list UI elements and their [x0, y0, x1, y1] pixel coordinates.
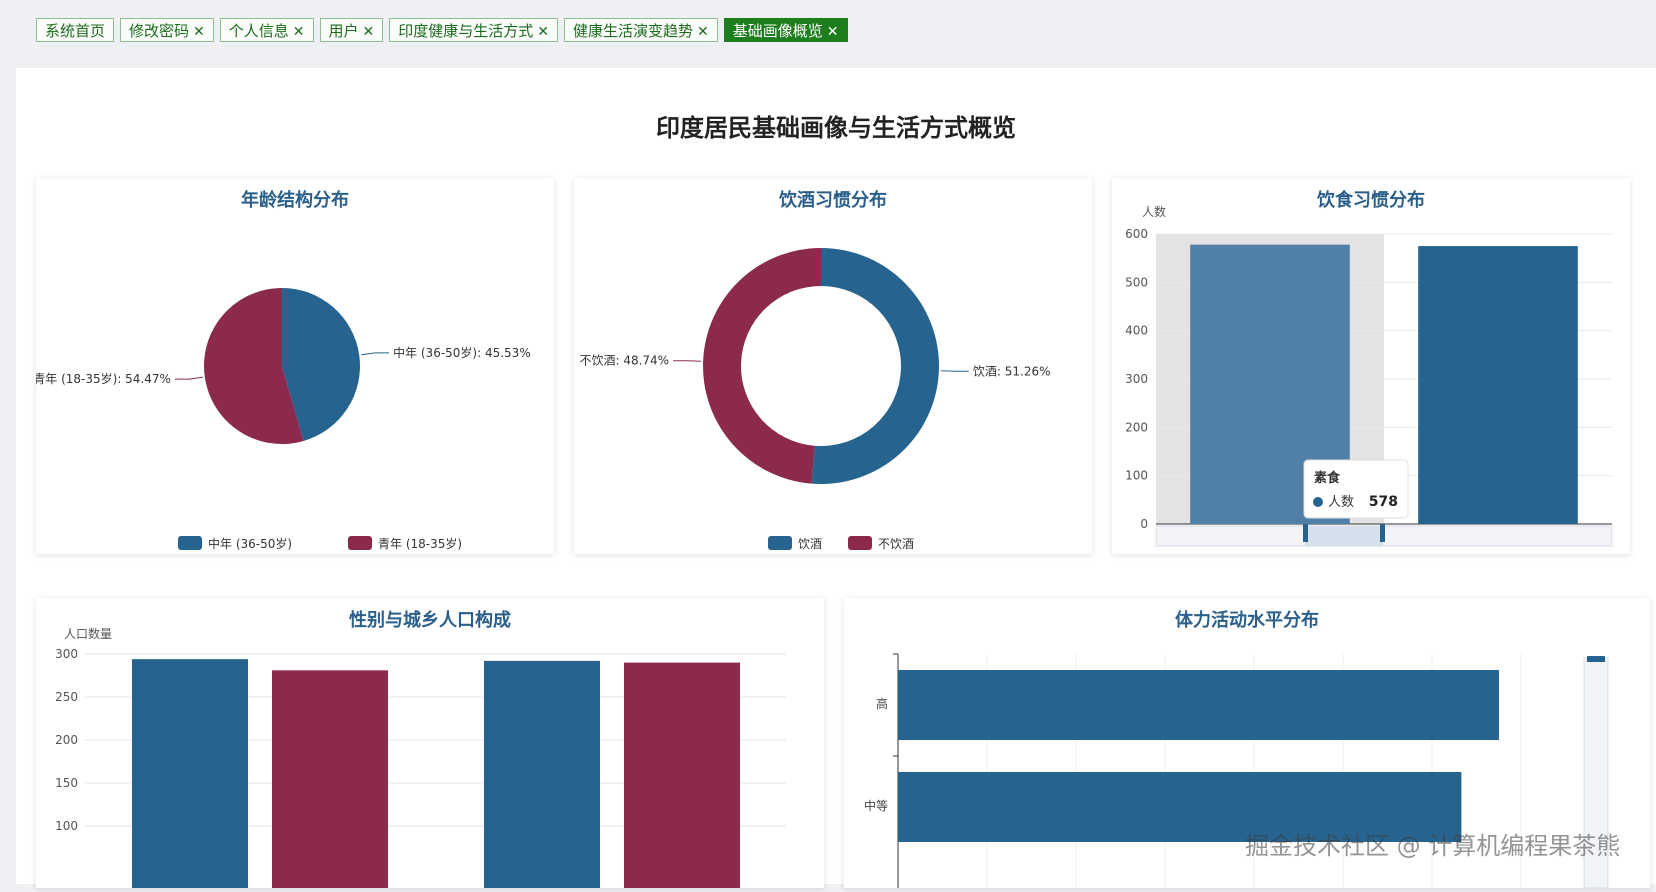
- tab-label: 印度健康与生活方式: [398, 22, 534, 40]
- pie-slice: [811, 248, 940, 484]
- bar: [272, 670, 388, 888]
- drinking-chart-title: 饮酒习惯分布: [779, 190, 887, 211]
- age-chart-title: 年龄结构分布: [241, 190, 349, 211]
- dashboard-panel: 印度居民基础画像与生活方式概览 年龄结构分布 中年 (36-50岁): 45.5…: [16, 68, 1656, 889]
- diet-habit-card: 饮食习惯分布 人数0100200300400500600素食非素食素食人数578: [1112, 178, 1630, 554]
- slice-label: 不饮酒: 48.74%: [579, 354, 669, 368]
- tooltip-series: 人数: [1328, 495, 1354, 510]
- legend-swatch: [768, 536, 792, 550]
- gender-chart-title: 性别与城乡人口构成: [349, 610, 511, 631]
- y-tick-label: 200: [1125, 420, 1148, 434]
- tab-3[interactable]: 用户 ✕: [319, 18, 384, 42]
- tab-2[interactable]: 个人信息 ✕: [219, 18, 314, 42]
- tab-6[interactable]: 基础画像概览 ✕: [723, 18, 848, 42]
- pie-slice: [703, 248, 821, 484]
- tab-label: 个人信息: [228, 22, 289, 40]
- diet-bar-chart: 人数0100200300400500600素食非素食素食人数578: [1125, 204, 1613, 547]
- tab-0[interactable]: 系统首页: [36, 18, 115, 42]
- y-tick-label: 300: [55, 647, 78, 661]
- bar: [1418, 246, 1578, 524]
- tab-label: 健康生活演变趋势: [573, 22, 694, 40]
- zoom-window: [1305, 526, 1383, 546]
- close-icon[interactable]: ✕: [827, 24, 839, 40]
- zoom-handle-right: [1380, 524, 1385, 542]
- page-title: 印度居民基础画像与生活方式概览: [656, 114, 1016, 142]
- close-icon[interactable]: ✕: [537, 24, 549, 40]
- age-pie-chart: 中年 (36-50岁): 45.53% 青年 (18-35岁): 54.47% 中年…: [33, 288, 531, 551]
- legend-label: 不饮酒: [878, 537, 914, 551]
- y-tick-label: 300: [1125, 372, 1148, 386]
- tab-4[interactable]: 印度健康与生活方式 ✕: [389, 18, 559, 42]
- y-tick-label: 200: [55, 733, 78, 747]
- tab-1[interactable]: 修改密码 ✕: [120, 18, 214, 42]
- bar: [132, 659, 248, 888]
- drinking-habit-card: 饮酒习惯分布 饮酒: 51.26% 不饮酒: 48.74% 饮酒 不饮酒: [574, 178, 1092, 554]
- tab-bar: 系统首页 修改密码 ✕ 个人信息 ✕ 用户 ✕ 印度健康与生活方式 ✕ 健康生活演变趋势 ✕ 基础画像…: [36, 18, 848, 44]
- zoom-handle: [1587, 656, 1605, 662]
- label-leader-line: [940, 370, 969, 372]
- zoom-handle-left: [1303, 524, 1308, 542]
- slice-label: 青年 (18-35岁): 54.47%: [36, 371, 171, 386]
- y-tick-label: 100: [55, 819, 78, 833]
- y-tick-label: 高: [876, 696, 888, 711]
- activity-chart-title: 体力活动水平分布: [1175, 610, 1319, 631]
- y-tick-label: 600: [1125, 227, 1148, 241]
- bar: [624, 662, 740, 888]
- y-tick-label: 中等: [864, 798, 888, 813]
- y-tick-label: 0: [1140, 517, 1148, 531]
- legend-swatch: [848, 536, 872, 550]
- legend-label: 中年 (36-50岁): [208, 536, 292, 551]
- label-leader-line: [361, 352, 390, 356]
- y-tick-label: 100: [1125, 469, 1148, 483]
- close-icon[interactable]: ✕: [193, 24, 205, 40]
- close-icon[interactable]: ✕: [363, 24, 375, 40]
- tooltip-title: 素食: [1314, 470, 1341, 486]
- age-structure-card: 年龄结构分布 中年 (36-50岁): 45.53% 青年 (18-35岁): 5…: [33, 178, 554, 554]
- tooltip-value: 578: [1369, 494, 1398, 510]
- y-tick-label: 400: [1125, 324, 1148, 338]
- tab-label: 基础画像概览: [732, 22, 823, 40]
- legend-swatch: [178, 536, 202, 550]
- gender-urban-card: 性别与城乡人口构成 人口数量 100 150 200 250 300: [36, 598, 824, 888]
- watermark: 掘金技术社区 @ 计算机编程果茶熊: [1245, 832, 1621, 860]
- y-tick-label: 150: [55, 776, 78, 790]
- slice-label: 中年 (36-50岁): 45.53%: [393, 345, 531, 360]
- y-tick-label: 500: [1125, 275, 1148, 289]
- bar: [898, 670, 1499, 740]
- tab-label: 用户: [328, 22, 359, 40]
- close-icon[interactable]: ✕: [697, 24, 709, 40]
- legend-label: 饮酒: [798, 537, 822, 551]
- label-leader-line: [673, 360, 702, 362]
- close-icon[interactable]: ✕: [293, 24, 305, 40]
- gender-urban-bar-chart: 人口数量100150200250300: [55, 626, 786, 888]
- legend-label: 青年 (18-35岁): [378, 536, 462, 551]
- bar: [484, 660, 600, 888]
- y-tick-label: 250: [55, 690, 78, 704]
- legend-swatch: [348, 536, 372, 550]
- tab-5[interactable]: 健康生活演变趋势 ✕: [564, 18, 718, 42]
- tab-label: 系统首页: [45, 22, 106, 40]
- drinking-donut-chart: 饮酒: 51.26% 不饮酒: 48.74% 饮酒 不饮酒: [579, 248, 1051, 551]
- slice-label: 饮酒: 51.26%: [973, 364, 1051, 378]
- diet-chart-title: 饮食习惯分布: [1317, 190, 1425, 211]
- tooltip-marker: [1313, 497, 1323, 507]
- label-leader-line: [174, 376, 203, 380]
- tab-label: 修改密码: [129, 22, 190, 40]
